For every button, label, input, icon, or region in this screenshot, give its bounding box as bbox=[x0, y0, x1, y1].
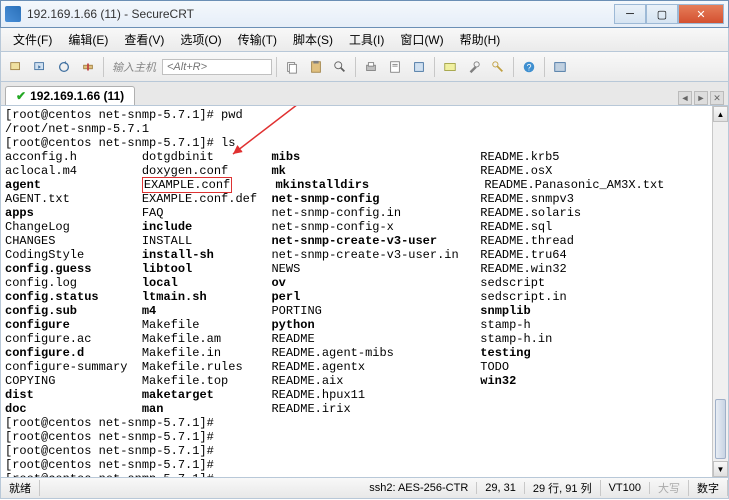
menu-file[interactable]: 文件(F) bbox=[5, 29, 60, 50]
host-label: 输入主机 bbox=[108, 59, 160, 75]
tools-icon[interactable] bbox=[463, 56, 485, 78]
quick-connect-icon[interactable] bbox=[29, 56, 51, 78]
toggle-icon[interactable] bbox=[549, 56, 571, 78]
app-icon bbox=[5, 6, 21, 22]
session-options-icon[interactable] bbox=[439, 56, 461, 78]
menu-window[interactable]: 窗口(W) bbox=[392, 29, 451, 50]
connected-check-icon: ✔ bbox=[16, 89, 26, 103]
log-icon[interactable] bbox=[384, 56, 406, 78]
menu-transfer[interactable]: 传输(T) bbox=[230, 29, 285, 50]
tab-label: 192.169.1.66 (11) bbox=[30, 89, 124, 103]
key-icon[interactable] bbox=[487, 56, 509, 78]
menu-help[interactable]: 帮助(H) bbox=[452, 29, 509, 50]
find-icon[interactable] bbox=[329, 56, 351, 78]
tab-scroll-right[interactable]: ► bbox=[694, 91, 708, 105]
menu-edit[interactable]: 编辑(E) bbox=[60, 29, 116, 50]
copy-icon[interactable] bbox=[281, 56, 303, 78]
status-bar: 就绪 ssh2: AES-256-CTR 29, 31 29 行, 91 列 V… bbox=[0, 478, 729, 499]
maximize-button[interactable]: ▢ bbox=[646, 4, 678, 24]
menu-tools[interactable]: 工具(I) bbox=[341, 29, 392, 50]
scroll-down-icon[interactable]: ▼ bbox=[713, 461, 728, 477]
tab-close[interactable]: ✕ bbox=[710, 91, 724, 105]
status-caps: 大写 bbox=[650, 480, 689, 496]
status-num: 数字 bbox=[689, 480, 728, 496]
session-tab[interactable]: ✔ 192.169.1.66 (11) bbox=[5, 86, 135, 105]
status-position: 29, 31 bbox=[477, 482, 525, 494]
svg-text:?: ? bbox=[527, 62, 532, 72]
help-icon[interactable]: ? bbox=[518, 56, 540, 78]
terminal-pane[interactable]: [root@centos net-snmp-5.7.1]# pwd /root/… bbox=[0, 106, 729, 478]
tabbar: ✔ 192.169.1.66 (11) ◄ ► ✕ bbox=[0, 82, 729, 106]
print-icon[interactable] bbox=[360, 56, 382, 78]
menu-options[interactable]: 选项(O) bbox=[172, 29, 229, 50]
properties-icon[interactable] bbox=[408, 56, 430, 78]
status-size: 29 行, 91 列 bbox=[525, 480, 601, 496]
scrollbar[interactable]: ▲ ▼ bbox=[712, 106, 728, 477]
menubar: 文件(F) 编辑(E) 查看(V) 选项(O) 传输(T) 脚本(S) 工具(I… bbox=[0, 28, 729, 52]
scroll-thumb[interactable] bbox=[715, 399, 726, 459]
status-term-type: VT100 bbox=[601, 482, 650, 494]
status-ssh: ssh2: AES-256-CTR bbox=[361, 482, 477, 494]
menu-script[interactable]: 脚本(S) bbox=[285, 29, 341, 50]
reconnect-icon[interactable] bbox=[53, 56, 75, 78]
window-title: 192.169.1.66 (11) - SecureCRT bbox=[27, 7, 614, 21]
menu-view[interactable]: 查看(V) bbox=[116, 29, 172, 50]
disconnect-icon[interactable] bbox=[77, 56, 99, 78]
connect-icon[interactable] bbox=[5, 56, 27, 78]
status-ready: 就绪 bbox=[1, 480, 40, 496]
minimize-button[interactable]: ─ bbox=[614, 4, 646, 24]
terminal-output: [root@centos net-snmp-5.7.1]# pwd /root/… bbox=[1, 106, 728, 478]
host-input[interactable] bbox=[162, 59, 272, 75]
paste-icon[interactable] bbox=[305, 56, 327, 78]
close-button[interactable]: ✕ bbox=[678, 4, 724, 24]
toolbar: 输入主机 ? bbox=[0, 52, 729, 82]
tab-scroll-left[interactable]: ◄ bbox=[678, 91, 692, 105]
window-titlebar: 192.169.1.66 (11) - SecureCRT ─ ▢ ✕ bbox=[0, 0, 729, 28]
scroll-up-icon[interactable]: ▲ bbox=[713, 106, 728, 122]
